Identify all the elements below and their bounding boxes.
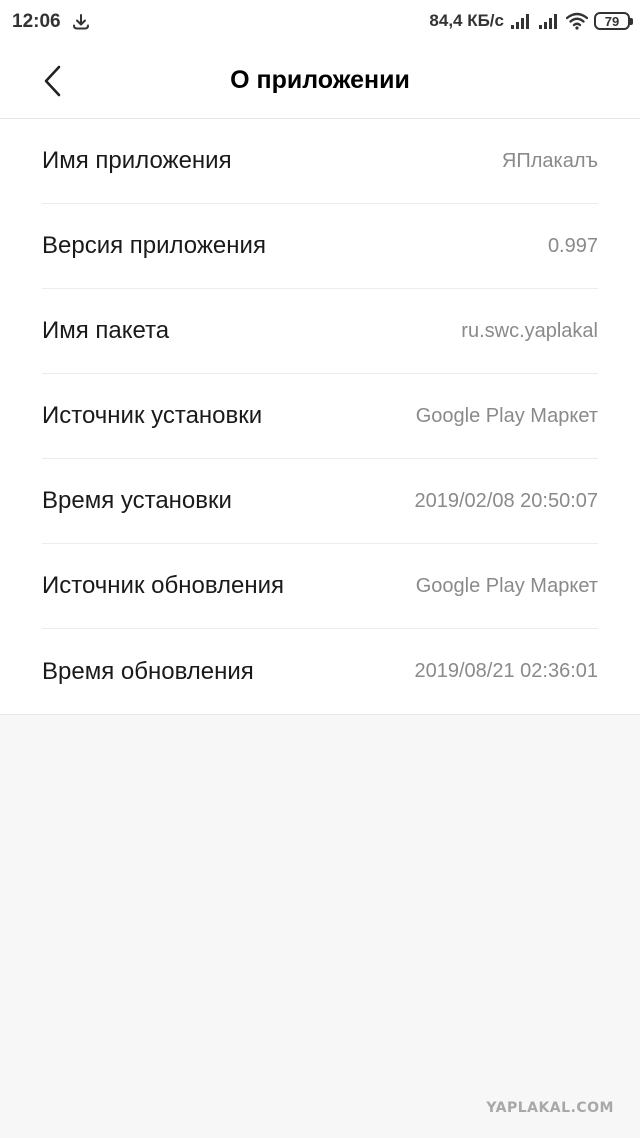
page-title: О приложении	[230, 66, 410, 94]
watermark: YAPLAKAL.COM	[486, 1100, 614, 1116]
info-value: Google Play Маркет	[415, 404, 598, 427]
info-label: Версия приложения	[42, 232, 266, 259]
info-row-app-version: Версия приложения 0.997	[42, 204, 598, 289]
info-row-package-name: Имя пакета ru.swc.yaplakal	[42, 289, 598, 374]
info-label: Имя пакета	[42, 317, 170, 344]
status-indicators: 84,4 КБ/с 79	[429, 10, 633, 32]
top-area: 12:06 84,4 КБ/с 79 О приложении	[0, 0, 640, 119]
info-row-update-source: Источник обновления Google Play Маркет	[42, 544, 598, 629]
info-row-install-time: Время установки 2019/02/08 20:50:07	[42, 459, 598, 544]
info-value: 2019/02/08 20:50:07	[414, 489, 598, 512]
info-value: ru.swc.yaplakal	[461, 319, 598, 342]
app-header: О приложении	[0, 44, 640, 119]
info-label: Время установки	[42, 487, 232, 514]
wifi-icon	[566, 12, 588, 30]
info-value: 0.997	[547, 234, 598, 257]
download-arrow-icon	[73, 14, 89, 30]
info-value: ЯПлакалъ	[501, 149, 598, 172]
battery-level: 79	[604, 13, 620, 29]
app-info-list: Имя приложения ЯПлакалъ Версия приложени…	[0, 119, 640, 714]
info-row-app-name: Имя приложения ЯПлакалъ	[42, 119, 598, 204]
info-value: 2019/08/21 02:36:01	[414, 660, 598, 682]
status-bar: 12:06 84,4 КБ/с 79	[0, 0, 640, 44]
signal-icon	[511, 14, 529, 29]
info-value: Google Play Маркет	[415, 574, 598, 597]
info-row-install-source: Источник установки Google Play Маркет	[42, 374, 598, 459]
signal-icon	[539, 14, 557, 29]
battery-icon: 79	[594, 12, 633, 30]
info-label: Источник установки	[42, 402, 263, 429]
status-time: 12:06	[12, 11, 61, 32]
info-label: Имя приложения	[42, 147, 232, 174]
info-row-update-time: Время обновления 2019/08/21 02:36:01	[42, 629, 598, 714]
divider	[0, 714, 640, 715]
network-speed: 84,4 КБ/с	[429, 11, 504, 30]
info-label: Время обновления	[42, 657, 254, 685]
info-label: Источник обновления	[42, 572, 285, 599]
